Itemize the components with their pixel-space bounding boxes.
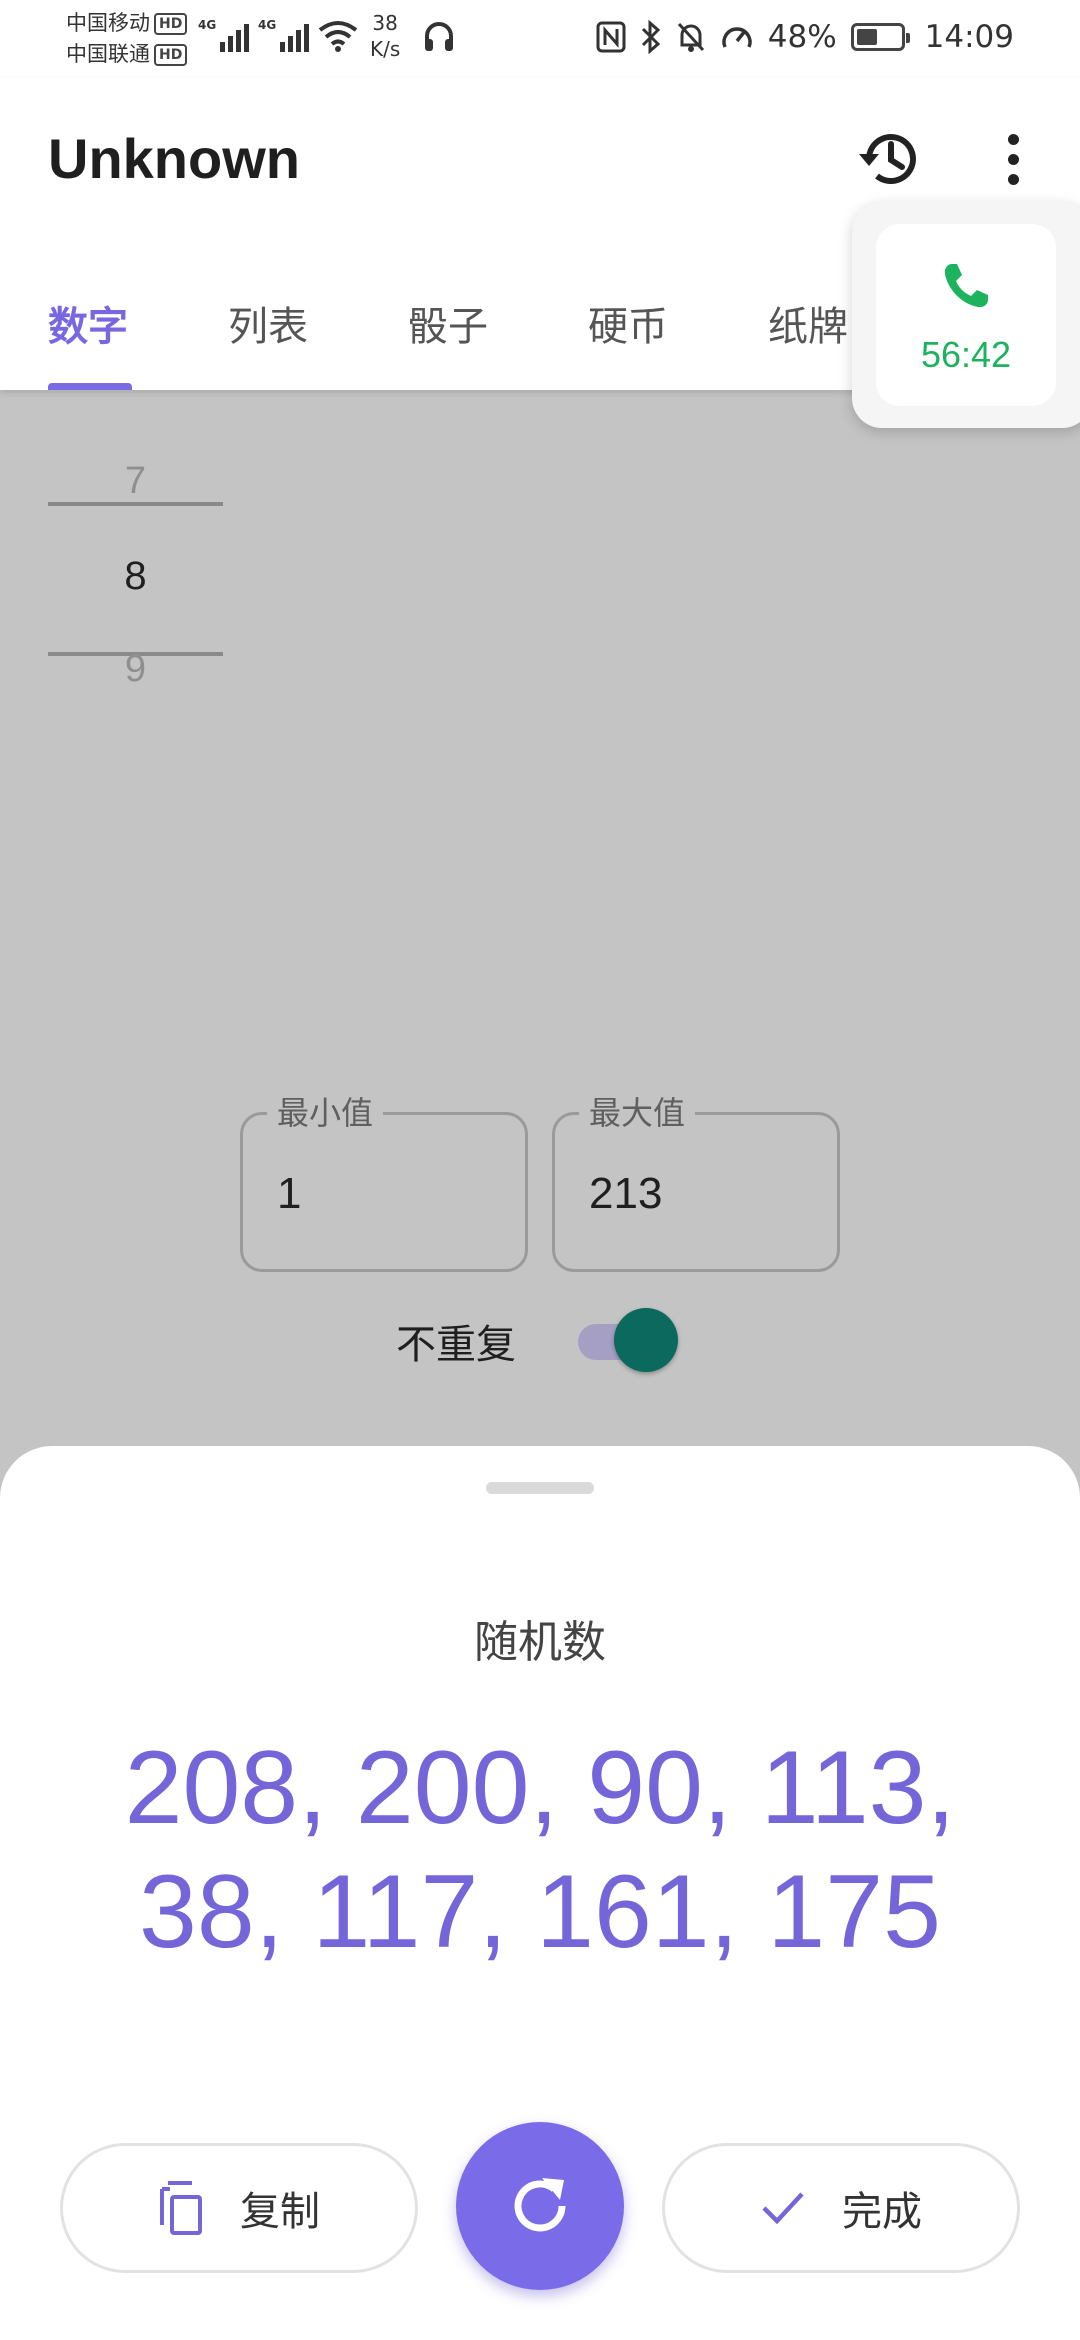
- picker-prev-value: 7: [124, 460, 147, 502]
- hd-badge: HD: [154, 44, 188, 66]
- net-speed-unit: K/s: [370, 37, 401, 61]
- call-duration: 56:42: [920, 334, 1012, 375]
- random-result: 208, 200, 90, 113, 38, 117, 161, 175: [0, 1726, 1080, 1974]
- sheet-title: 随机数: [474, 1617, 606, 1668]
- tab-dice[interactable]: 骰子: [408, 278, 488, 390]
- call-bubble-inner: 56:42: [876, 224, 1056, 406]
- tab-coin[interactable]: 硬币: [588, 278, 668, 390]
- call-bubble[interactable]: 56:42: [852, 202, 1080, 428]
- copy-icon: [160, 2181, 202, 2235]
- no-repeat-label: 不重复: [396, 1322, 516, 1368]
- number-picker[interactable]: 7 8 9: [48, 460, 223, 700]
- picker-divider: [48, 502, 223, 506]
- picker-next-value: 9: [124, 648, 147, 690]
- min-value: 1: [277, 1169, 302, 1218]
- tab-list[interactable]: 列表: [228, 278, 308, 390]
- switch-thumb: [614, 1308, 678, 1372]
- refresh-icon: [514, 2178, 566, 2232]
- status-bar: 中国移动 HD 中国联通 HD 4G 4G 38 K/s 48% 14:09: [0, 0, 1080, 78]
- speed-gauge-icon: [722, 27, 752, 48]
- status-right: 48% 14:09: [596, 12, 1014, 62]
- history-icon[interactable]: [855, 124, 925, 194]
- bluetooth-icon: [641, 20, 660, 54]
- network-speed: 38 K/s: [370, 10, 400, 62]
- clock: 14:09: [924, 19, 1014, 55]
- regenerate-button[interactable]: [456, 2122, 624, 2290]
- result-line-2: 38, 117, 161, 175: [139, 1854, 941, 1970]
- max-value-field[interactable]: 最大值 213: [552, 1088, 840, 1272]
- copy-button[interactable]: 复制: [60, 2143, 418, 2273]
- hd-badge: HD: [154, 13, 188, 35]
- tab-number[interactable]: 数字: [48, 278, 128, 390]
- carrier-info: 中国移动 HD 中国联通 HD: [66, 8, 188, 70]
- more-options-button[interactable]: [990, 124, 1036, 194]
- battery-icon: [850, 23, 910, 51]
- signal-icon: 4G: [258, 18, 309, 52]
- result-line-1: 208, 200, 90, 113,: [124, 1730, 956, 1846]
- signal-icon: 4G: [198, 18, 249, 52]
- tab-indicator: [48, 383, 132, 390]
- mute-bell-icon: [677, 22, 704, 52]
- battery-percent: 48%: [767, 19, 837, 55]
- check-icon: [762, 2192, 804, 2225]
- phone-icon: [944, 264, 988, 308]
- network-type-1: 4G: [198, 18, 217, 32]
- carrier-1: 中国移动: [66, 11, 150, 35]
- tab-cards[interactable]: 纸牌: [768, 278, 848, 390]
- min-value-label: 最小值: [267, 1088, 384, 1134]
- max-value: 213: [589, 1169, 663, 1218]
- min-value-field[interactable]: 最小值 1: [240, 1088, 528, 1272]
- done-label: 完成: [842, 2189, 922, 2235]
- more-vertical-icon: [1007, 133, 1019, 145]
- carrier-2: 中国联通: [66, 42, 150, 66]
- no-repeat-switch[interactable]: [578, 1306, 678, 1372]
- network-type-2: 4G: [258, 18, 277, 32]
- done-button[interactable]: 完成: [662, 2143, 1020, 2273]
- copy-label: 复制: [240, 2189, 320, 2235]
- picker-current-value: 8: [124, 554, 147, 598]
- sheet-drag-handle[interactable]: [486, 1482, 594, 1494]
- max-value-label: 最大值: [579, 1088, 696, 1134]
- wifi-icon: [318, 21, 358, 52]
- nfc-icon: [596, 21, 626, 53]
- page-title: Unknown: [48, 127, 300, 190]
- headset-icon: [425, 22, 453, 51]
- net-speed-value: 38: [372, 11, 398, 35]
- result-bottom-sheet: 随机数 208, 200, 90, 113, 38, 117, 161, 175…: [0, 1446, 1080, 2340]
